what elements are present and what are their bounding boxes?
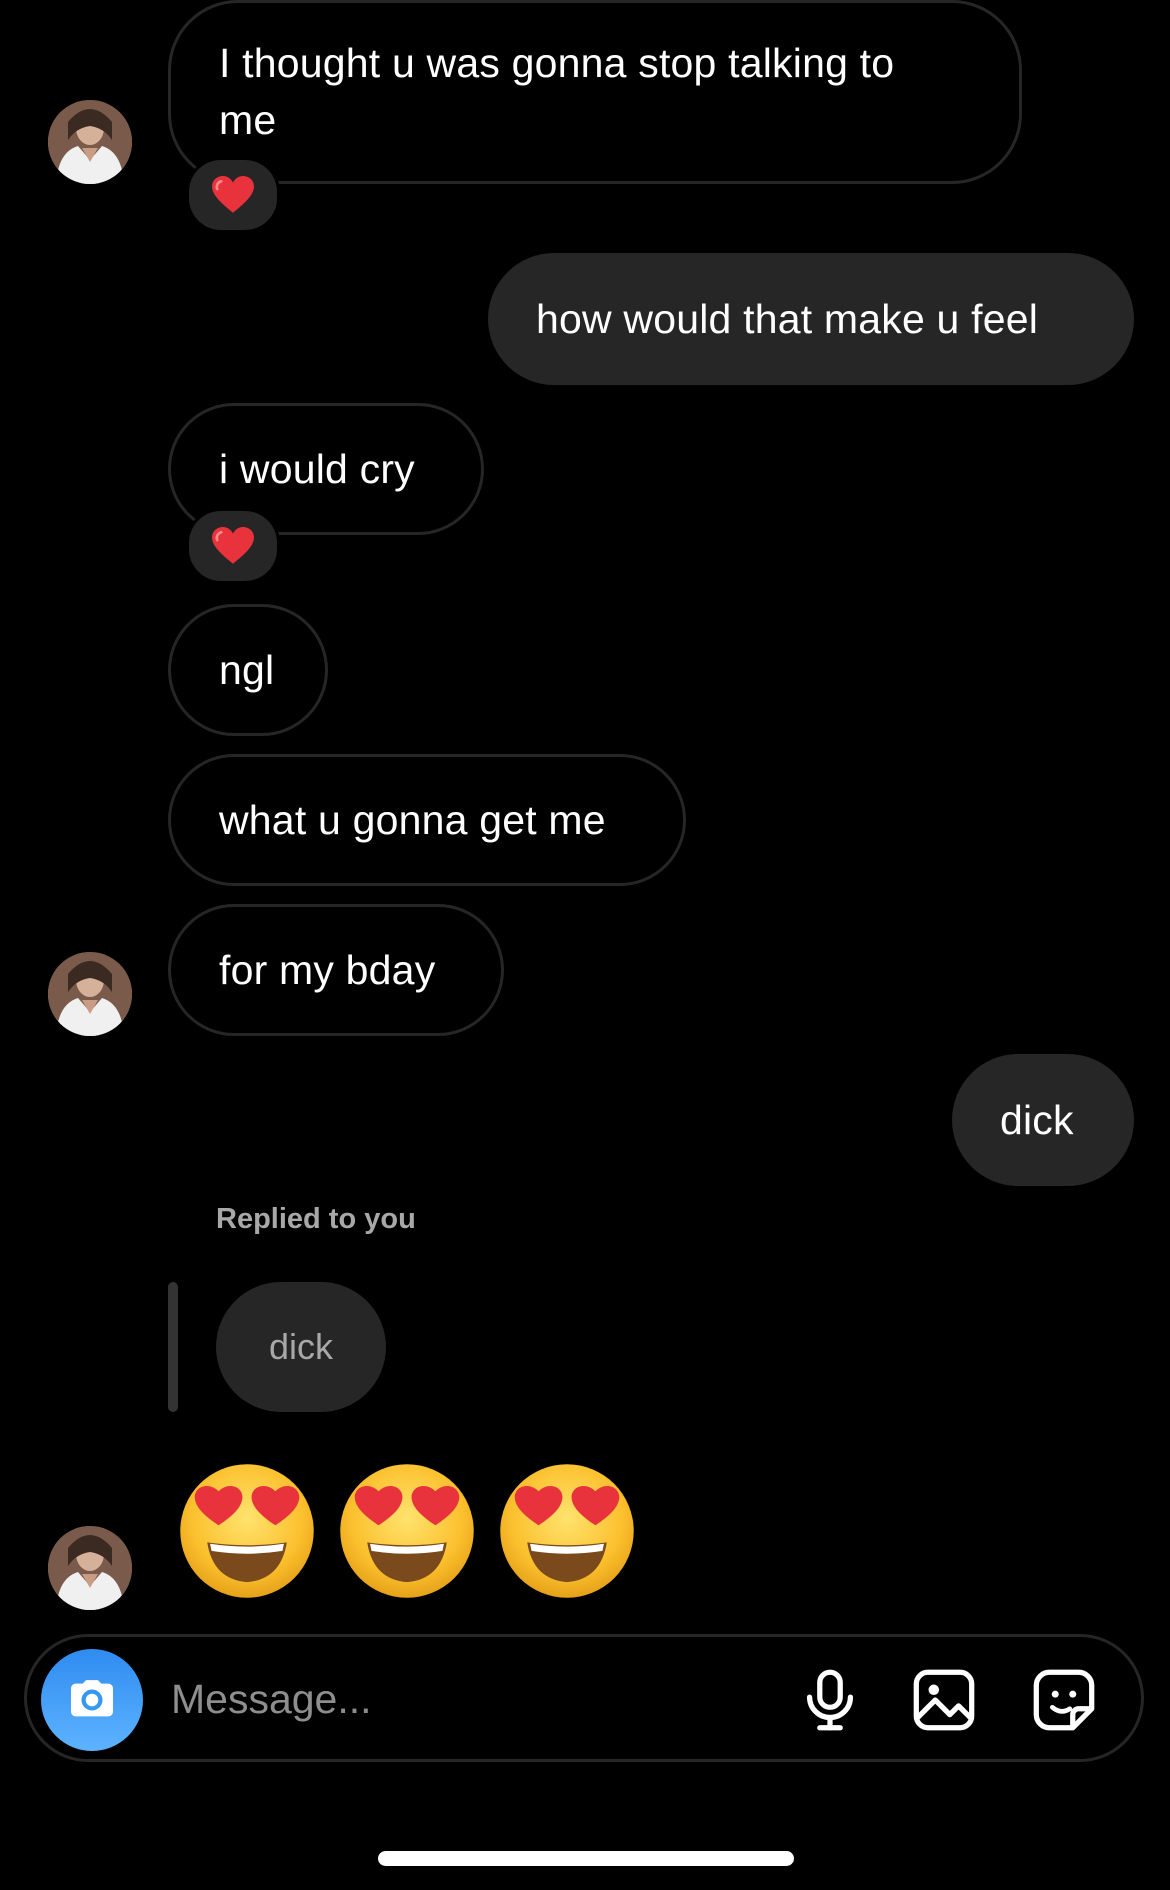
message-text: dick xyxy=(1000,1096,1074,1143)
reply-quote-bar xyxy=(168,1282,178,1412)
heart-eyes-emoji-icon xyxy=(340,1464,474,1598)
heart-reaction[interactable] xyxy=(186,508,280,584)
contact-avatar[interactable] xyxy=(48,100,132,184)
message-text: how would that make u feel xyxy=(536,295,1039,342)
emoji-message[interactable] xyxy=(176,1460,638,1602)
message-text-line: me xyxy=(219,97,277,143)
message-text: for my bday xyxy=(219,946,436,993)
microphone-icon[interactable] xyxy=(795,1665,865,1735)
heart-icon xyxy=(212,527,254,564)
quoted-text: dick xyxy=(268,1326,334,1367)
incoming-message[interactable]: ngl xyxy=(168,604,328,736)
message-text: what u gonna get me xyxy=(219,796,606,843)
camera-button[interactable] xyxy=(41,1649,143,1751)
heart-eyes-emoji-icon xyxy=(180,1464,314,1598)
outgoing-message[interactable]: how would that make u feel xyxy=(488,253,1134,385)
message-input[interactable] xyxy=(169,1661,773,1737)
heart-reaction[interactable] xyxy=(186,157,280,233)
heart-icon xyxy=(212,176,254,213)
quoted-message[interactable]: dick xyxy=(216,1282,386,1412)
message-text-line: I thought u was gonna stop talking to xyxy=(219,40,895,86)
incoming-message[interactable]: for my bday xyxy=(168,904,504,1036)
message-text: i would cry xyxy=(219,445,415,492)
home-indicator[interactable] xyxy=(378,1851,794,1866)
gallery-icon[interactable] xyxy=(909,1665,979,1735)
camera-icon xyxy=(71,1680,113,1717)
sticker-icon[interactable] xyxy=(1029,1665,1099,1735)
replied-to-label: Replied to you xyxy=(216,1203,416,1235)
message-text: ngl xyxy=(219,646,275,693)
incoming-message[interactable]: I thought u was gonna stop talking to me xyxy=(168,0,1022,184)
outgoing-message[interactable]: dick xyxy=(952,1054,1134,1186)
heart-eyes-emoji-icon xyxy=(500,1464,634,1598)
contact-avatar[interactable] xyxy=(48,952,132,1036)
message-composer xyxy=(24,1634,1144,1762)
incoming-message[interactable]: what u gonna get me xyxy=(168,754,686,886)
contact-avatar[interactable] xyxy=(48,1526,132,1610)
